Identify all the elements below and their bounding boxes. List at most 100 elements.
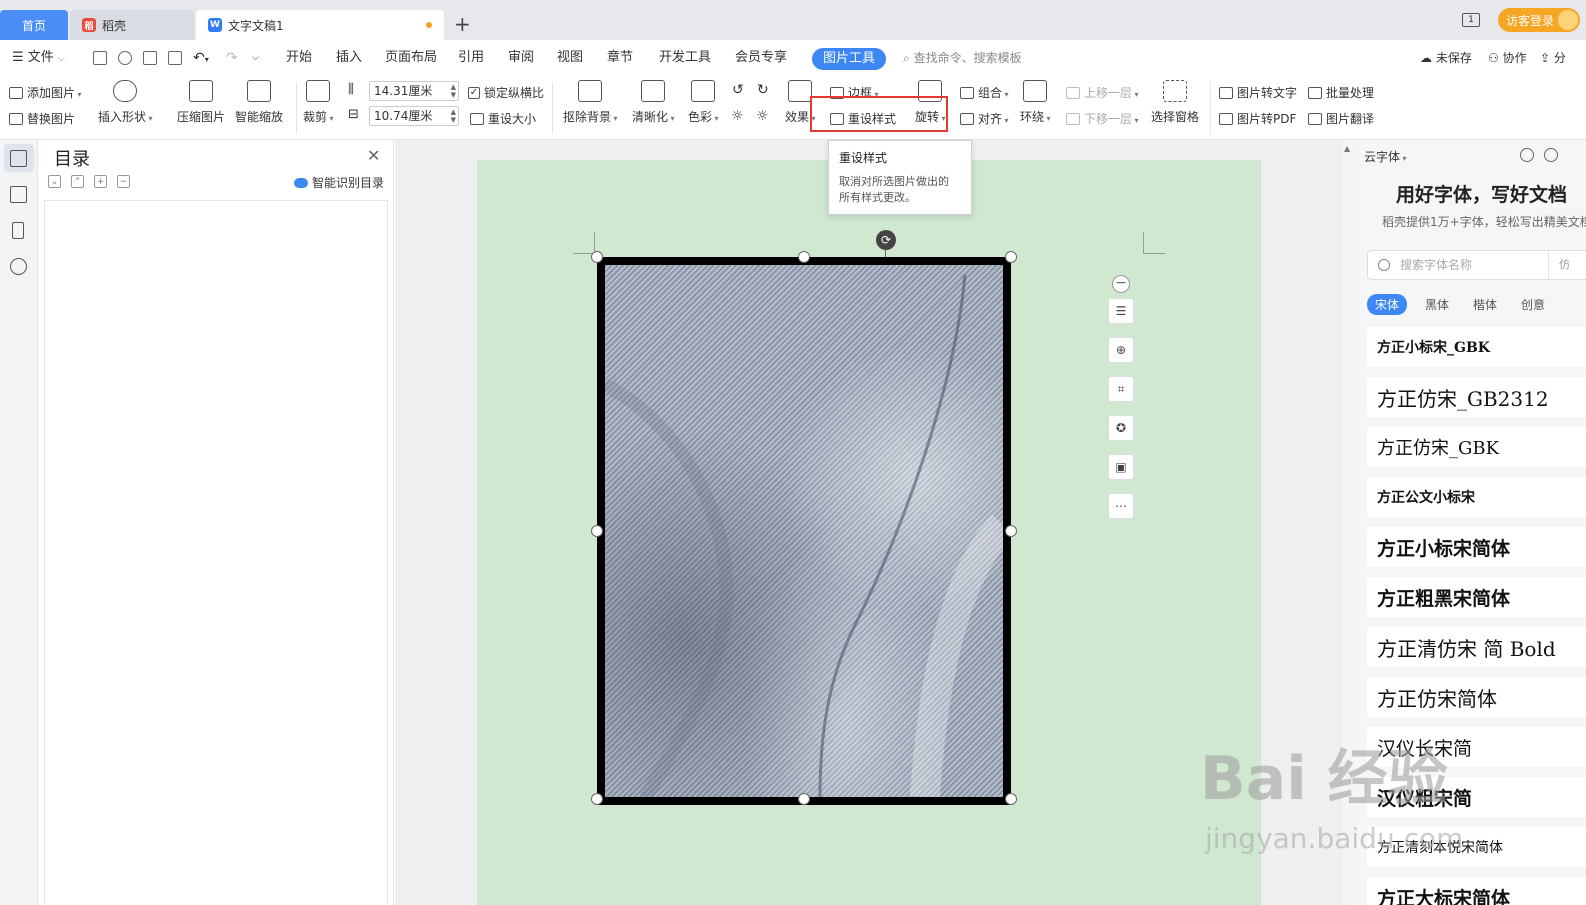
expand-all-icon[interactable]: ⌄	[48, 175, 61, 188]
tab-songti[interactable]: 宋体	[1367, 294, 1408, 315]
toc-icon[interactable]	[10, 150, 27, 167]
tab-home[interactable]: 首页	[0, 10, 68, 40]
rotate-handle-icon[interactable]: ⟳	[876, 230, 896, 250]
format-painter-icon[interactable]	[118, 51, 132, 65]
collaborate-button[interactable]: ⚇ 协作	[1488, 40, 1527, 76]
more-icon[interactable]: ⋯	[1108, 493, 1134, 519]
save-icon[interactable]	[93, 51, 107, 65]
undo-icon[interactable]: ↶▾	[193, 40, 209, 76]
align-button[interactable]: 对齐	[960, 110, 1009, 127]
font-search-input[interactable]: 搜索字体名称 仿	[1367, 250, 1586, 280]
add-picture-button[interactable]: 添加图片	[9, 84, 82, 101]
sharpen-button[interactable]: 清晰化	[632, 80, 675, 125]
font-item[interactable]: 方正大标宋简体	[1367, 877, 1586, 905]
font-search-extra[interactable]: 仿	[1548, 251, 1570, 279]
font-item[interactable]: 方正公文小标宋	[1367, 477, 1586, 517]
picture-to-pdf-button[interactable]: 图片转PDF	[1219, 110, 1296, 127]
tab-creative[interactable]: 创意	[1515, 294, 1551, 315]
menu-review[interactable]: 审阅	[508, 40, 534, 76]
font-item[interactable]: 方正小标宋_GBK	[1367, 327, 1586, 367]
rotate-right-icon[interactable]: ↻	[757, 82, 769, 98]
menu-page-layout[interactable]: 页面布局	[385, 40, 437, 76]
bring-forward-button[interactable]: 上移一层	[1066, 84, 1139, 101]
selected-picture[interactable]	[597, 257, 1011, 805]
menu-view[interactable]: 视图	[557, 40, 583, 76]
collapse-toolbar-icon[interactable]: −	[1112, 275, 1130, 293]
font-item[interactable]: 方正小标宋简体	[1367, 527, 1586, 567]
reset-size-button[interactable]: 重设大小	[470, 110, 536, 127]
resize-handle[interactable]	[798, 251, 810, 263]
quick-access-more-icon[interactable]: ⌵	[252, 40, 259, 76]
tab-kaiti[interactable]: 楷体	[1467, 294, 1503, 315]
brightness-up-icon[interactable]: ☼	[731, 108, 744, 124]
tab-document[interactable]: W 文字文稿1	[196, 10, 444, 40]
remove-background-button[interactable]: 抠除背景	[563, 80, 618, 125]
add-heading-icon[interactable]: +	[94, 175, 107, 188]
crop-button[interactable]: 裁剪	[303, 80, 334, 125]
print-preview-icon[interactable]	[168, 51, 182, 65]
font-item[interactable]: 方正清仿宋 简 Bold	[1367, 627, 1586, 667]
send-backward-button[interactable]: 下移一层	[1066, 110, 1139, 127]
insert-shape-button[interactable]: 插入形状	[98, 80, 153, 125]
menu-references[interactable]: 引用	[458, 40, 484, 76]
font-item[interactable]: 方正粗黑宋简体	[1367, 577, 1586, 617]
picture-translate-button[interactable]: 图片翻译	[1308, 110, 1374, 127]
batch-process-button[interactable]: 批量处理	[1308, 84, 1374, 101]
unsaved-status[interactable]: ☁ 未保存	[1420, 40, 1472, 76]
visitor-login-button[interactable]: 访客登录	[1497, 8, 1580, 32]
remove-heading-icon[interactable]: −	[117, 175, 130, 188]
replace-picture-button[interactable]: 替换图片	[9, 110, 75, 127]
font-item[interactable]: 方正仿宋_GB2312	[1367, 377, 1586, 417]
brightness-down-icon[interactable]: ☼	[756, 108, 769, 124]
picture-to-text-button[interactable]: 图片转文字	[1219, 84, 1297, 101]
crop-icon[interactable]: ⌗	[1108, 376, 1134, 402]
menu-member[interactable]: 会员专享	[735, 40, 787, 76]
menu-chapter[interactable]: 章节	[607, 40, 633, 76]
command-search[interactable]: ⌕ 查找命令、搜索模板	[903, 40, 1022, 76]
height-input[interactable]: 10.74厘米 ▲ ▼	[369, 106, 459, 126]
height-stepper-icon[interactable]: ▲ ▼	[451, 108, 456, 124]
ai-recognize-toc-button[interactable]: 智能识别目录	[294, 174, 384, 191]
color-button[interactable]: 色彩	[688, 80, 719, 125]
document-page[interactable]: ⟳ − ☰ ⊕ ⌗ ✪ ▣ ⋯	[477, 160, 1261, 905]
layout-options-icon[interactable]: ☰	[1108, 298, 1134, 324]
resize-handle[interactable]	[1005, 793, 1017, 805]
menu-picture-tools[interactable]: 图片工具	[812, 48, 886, 70]
resize-handle[interactable]	[798, 793, 810, 805]
chapter-nav-icon[interactable]	[10, 186, 27, 203]
group-button[interactable]: 组合	[960, 84, 1009, 101]
smart-zoom-button[interactable]: 智能缩放	[235, 80, 283, 125]
resize-handle[interactable]	[591, 793, 603, 805]
compress-picture-button[interactable]: 压缩图片	[177, 80, 225, 125]
resize-handle[interactable]	[1005, 525, 1017, 537]
rotate-left-icon[interactable]: ↺	[732, 82, 744, 98]
width-stepper-icon[interactable]: ▲ ▼	[451, 83, 456, 99]
font-item[interactable]: 方正仿宋简体	[1367, 677, 1586, 717]
close-icon[interactable]: ✕	[367, 146, 380, 165]
search-icon[interactable]	[10, 258, 27, 275]
cloud-font-dropdown[interactable]: 云字体	[1364, 148, 1407, 165]
redo-icon[interactable]: ↷	[226, 40, 238, 76]
collapse-all-icon[interactable]: ⌃	[71, 175, 84, 188]
selection-pane-button[interactable]: 选择窗格	[1151, 80, 1199, 125]
width-input[interactable]: 14.31厘米 ▲ ▼	[369, 81, 459, 101]
print-icon[interactable]	[143, 51, 157, 65]
tab-heiti[interactable]: 黑体	[1419, 294, 1455, 315]
menu-insert[interactable]: 插入	[336, 40, 362, 76]
new-tab-button[interactable]: +	[454, 13, 471, 35]
zoom-in-icon[interactable]: ⊕	[1108, 337, 1134, 363]
resize-handle[interactable]	[1005, 251, 1017, 263]
lightbulb-icon[interactable]: ✪	[1108, 415, 1134, 441]
wrap-button[interactable]: 环绕	[1020, 80, 1051, 125]
font-item[interactable]: 方正仿宋_GBK	[1367, 427, 1586, 467]
menu-start[interactable]: 开始	[286, 40, 312, 76]
resize-handle[interactable]	[591, 525, 603, 537]
scroll-up-icon[interactable]: ▲	[1344, 144, 1350, 153]
share-button[interactable]: ⇪ 分	[1540, 40, 1566, 76]
bookmark-icon[interactable]	[12, 222, 24, 239]
window-count-icon[interactable]: 1	[1461, 13, 1480, 27]
file-menu[interactable]: ☰ 文件 ⌵	[12, 40, 65, 76]
picture-to-text-icon[interactable]: ▣	[1108, 454, 1134, 480]
gear-icon[interactable]	[1544, 148, 1558, 162]
menu-developer[interactable]: 开发工具	[659, 40, 711, 76]
